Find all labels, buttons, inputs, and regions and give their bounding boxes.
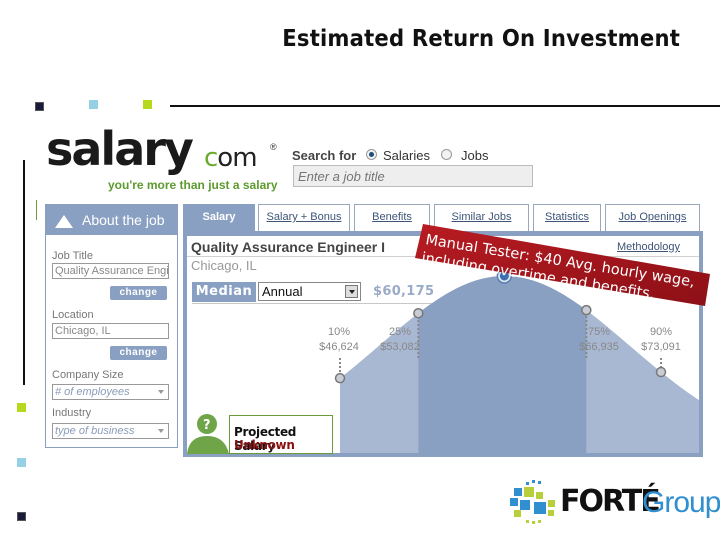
logo-om: om [217, 143, 257, 173]
pct-25-label: 25% [388, 326, 412, 338]
percentile-90-marker [655, 366, 667, 378]
callout-banner: Manual Tester: $40 Avg. hourly wage, inc… [415, 224, 710, 306]
change-job-title-button[interactable]: change [110, 286, 167, 300]
projected-salary-card: ? Projected Salary Unknown [187, 412, 333, 454]
pct-75-label: 75% [587, 326, 611, 338]
company-size-label: Company Size [52, 369, 124, 381]
pct-90-label: 90% [649, 326, 673, 338]
pct-10-value: $46,624 [319, 341, 359, 353]
industry-select[interactable]: type of business [52, 423, 169, 439]
percentile-10-marker [334, 372, 346, 384]
slide-title: Estimated Return On Investment [282, 26, 680, 52]
pct-label-25: 25% $53,082 [365, 325, 435, 355]
tab-salary-bonus[interactable]: Salary + Bonus [258, 204, 350, 231]
left-vertical-rule [23, 160, 25, 385]
pct-90-value: $73,091 [641, 341, 681, 353]
decor-square-dark-2 [17, 512, 26, 521]
unknown-person-icon: ? [187, 414, 229, 454]
industry-placeholder: type of business [55, 425, 135, 437]
job-title-field[interactable]: Quality Assurance Engi [52, 263, 169, 279]
pct-label-75: 75% $66,935 [564, 325, 634, 355]
radio-jobs-label[interactable]: Jobs [461, 148, 488, 163]
pct-label-10: 10% $46,624 [304, 325, 374, 355]
projected-salary-value: Unknown [234, 438, 295, 452]
job-title-label: Job Title [52, 250, 93, 262]
company-size-select[interactable]: # of employees [52, 384, 169, 400]
green-accent-rule [36, 200, 37, 220]
radio-salaries[interactable] [366, 149, 377, 160]
decor-square-dark [35, 102, 44, 111]
decor-square-lime [143, 100, 152, 109]
decor-square-blue [89, 100, 98, 109]
about-the-job-header[interactable]: About the job [46, 205, 177, 235]
salarycom-logo: salary [46, 122, 194, 176]
about-the-job-title: About the job [82, 212, 165, 228]
pct-25-value: $53,082 [380, 341, 420, 353]
registered-mark: ® [270, 142, 277, 152]
industry-label: Industry [52, 407, 92, 419]
forte-logo-group: Group [642, 486, 720, 519]
svg-text:?: ? [203, 418, 211, 433]
job-title-search-input[interactable] [293, 165, 533, 187]
pct-10-label: 10% [327, 326, 351, 338]
pct-label-90: 90% $73,091 [626, 325, 696, 355]
title-divider [170, 105, 720, 107]
search-for-label: Search for [292, 148, 357, 163]
logo-c: c [204, 143, 218, 173]
dropdown-arrow-icon [158, 390, 164, 394]
change-location-button[interactable]: change [110, 346, 167, 360]
location-label: Location [52, 309, 94, 321]
dropdown-arrow-icon [158, 429, 164, 433]
tab-salary[interactable]: Salary [183, 204, 255, 231]
decor-square-lime-2 [17, 403, 26, 412]
about-the-job-panel: About the job Job Title Quality Assuranc… [45, 204, 178, 448]
pct-75-value: $66,935 [579, 341, 619, 353]
projected-salary-box: Projected Salary Unknown [229, 415, 333, 454]
location-field[interactable]: Chicago, IL [52, 323, 169, 339]
forte-logo-mark-icon [510, 480, 555, 524]
company-size-placeholder: # of employees [55, 386, 130, 398]
salarycom-logo-suffix: com [204, 143, 258, 173]
collapse-triangle-icon[interactable] [55, 215, 73, 228]
decor-square-blue-2 [17, 458, 26, 467]
radio-salaries-label[interactable]: Salaries [383, 148, 430, 163]
radio-jobs[interactable] [441, 149, 452, 160]
percentile-25-marker [413, 307, 424, 319]
logo-tagline: you're more than just a salary [108, 178, 278, 192]
